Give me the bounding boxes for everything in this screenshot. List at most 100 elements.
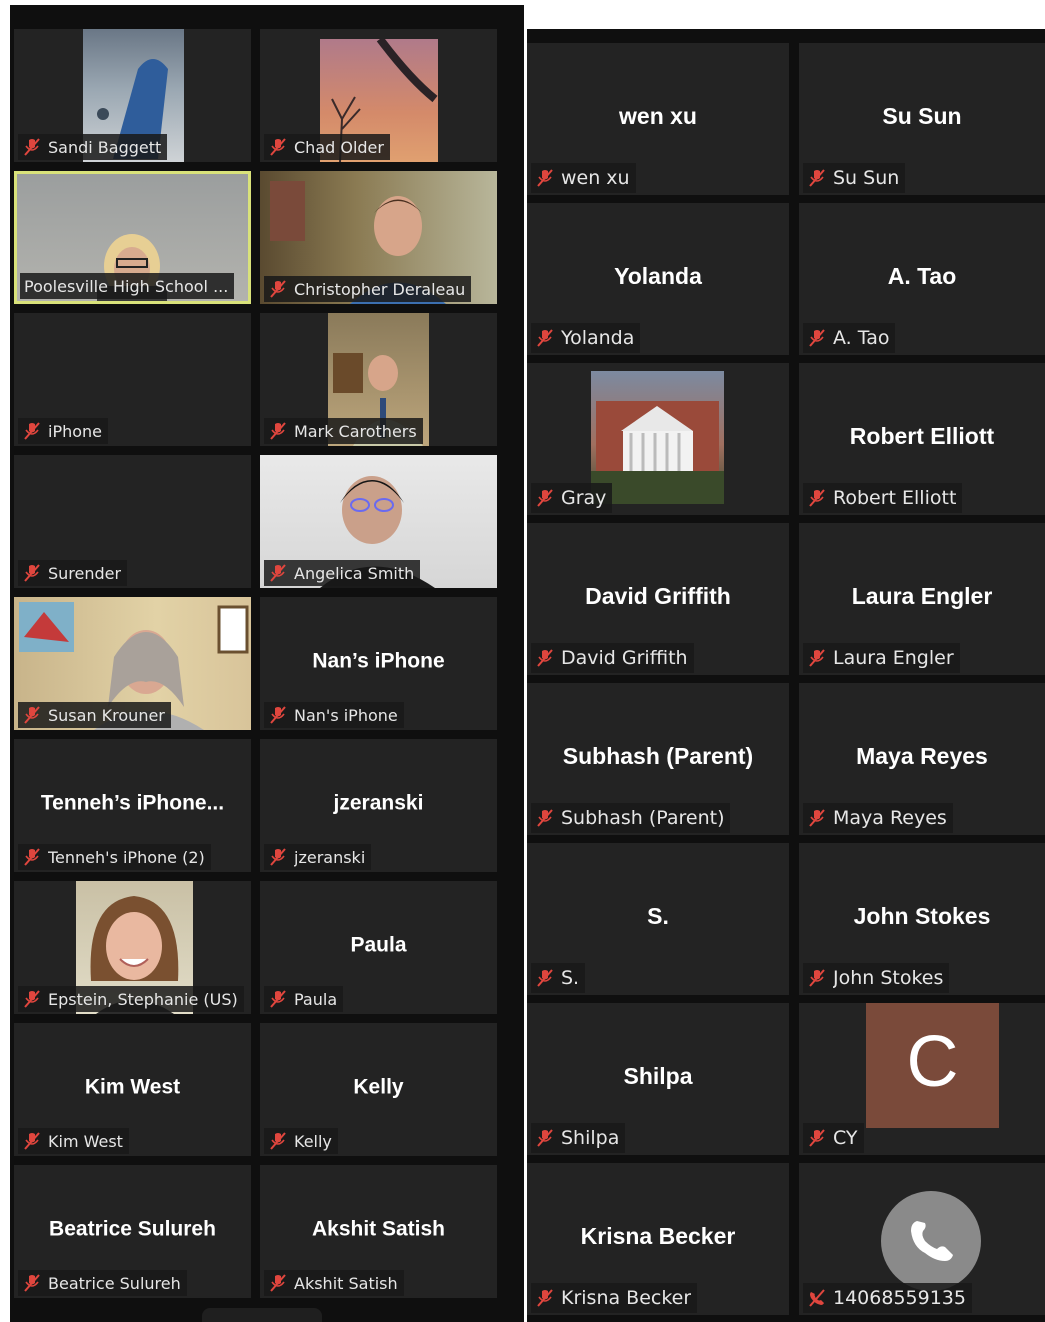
name-label: Gray — [531, 483, 613, 513]
left-gallery-panel: Sandi Baggett Chad Older Poolesville Hig… — [10, 5, 524, 1322]
participant-tile-a-tao[interactable]: A. Tao A. Tao — [799, 203, 1045, 355]
participant-tile-chad-older[interactable]: Chad Older — [260, 29, 497, 162]
muted-mic-icon — [268, 1273, 288, 1293]
participant-tile-iphone[interactable]: iPhone — [14, 313, 251, 446]
participant-display-name: Akshit Satish — [311, 1217, 446, 1241]
participant-display-name: Shilpa — [623, 1062, 693, 1089]
muted-mic-icon — [22, 989, 42, 1009]
participant-display-name: Yolanda — [614, 262, 702, 289]
muted-mic-icon — [22, 1131, 42, 1151]
muted-mic-icon — [268, 279, 288, 299]
participant-tile-tennehs-iphone[interactable]: Tenneh’s iPhone... Tenneh's iPhone (2) — [14, 739, 251, 872]
name-label: Subhash (Parent) — [531, 803, 731, 833]
participant-tile-epstein-stephanie[interactable]: Epstein, Stephanie (US) — [14, 881, 251, 1014]
name-label: Epstein, Stephanie (US) — [18, 986, 244, 1012]
participant-tile-yolanda[interactable]: Yolanda Yolanda — [527, 203, 789, 355]
participant-tile-cy[interactable]: C CY — [799, 1003, 1045, 1155]
participant-tile-shilpa[interactable]: Shilpa Shilpa — [527, 1003, 789, 1155]
participant-tile-nans-iphone[interactable]: Nan’s iPhone Nan's iPhone — [260, 597, 497, 730]
participant-display-name: Nan’s iPhone — [312, 649, 445, 673]
muted-mic-icon — [535, 328, 555, 348]
name-label: Shilpa — [531, 1123, 626, 1153]
participant-tile-wen-xu[interactable]: wen xu wen xu — [527, 43, 789, 195]
participant-tile-paula[interactable]: Paula Paula — [260, 881, 497, 1014]
participant-display-name: Kim West — [84, 1075, 181, 1099]
participant-tile-subhash-parent[interactable]: Subhash (Parent) Subhash (Parent) — [527, 683, 789, 835]
name-label: Krisna Becker — [531, 1283, 698, 1313]
muted-mic-icon — [807, 488, 827, 508]
muted-mic-icon — [807, 1128, 827, 1148]
name-label: 14068559135 — [803, 1283, 972, 1313]
avatar: C — [866, 1003, 999, 1128]
name-label: David Griffith — [531, 643, 694, 673]
muted-mic-icon — [535, 1128, 555, 1148]
name-label: Laura Engler — [803, 643, 960, 673]
name-label: CY — [803, 1123, 864, 1153]
participant-display-name: Laura Engler — [851, 582, 993, 609]
participant-display-name: wen xu — [619, 102, 697, 129]
participant-tile-beatrice-sulureh[interactable]: Beatrice Sulureh Beatrice Sulureh — [14, 1165, 251, 1298]
participant-tile-phone-caller[interactable]: 14068559135 — [799, 1163, 1045, 1315]
participant-display-name: Kelly — [353, 1075, 404, 1099]
participant-display-name: David Griffith — [585, 582, 731, 609]
muted-mic-icon — [268, 1131, 288, 1151]
participant-tile-angelica-smith[interactable]: Angelica Smith — [260, 455, 497, 588]
participant-tile-s[interactable]: S. S. — [527, 843, 789, 995]
muted-mic-icon — [268, 847, 288, 867]
name-label: John Stokes — [803, 963, 950, 993]
participant-tile-krisna-becker[interactable]: Krisna Becker Krisna Becker — [527, 1163, 789, 1315]
participant-tile-robert-elliott[interactable]: Robert Elliott Robert Elliott — [799, 363, 1045, 515]
participant-tile-susan-krouner[interactable]: Susan Krouner — [14, 597, 251, 730]
participant-display-name: Su Sun — [882, 102, 962, 129]
muted-mic-icon — [535, 648, 555, 668]
participant-display-name: Krisna Becker — [580, 1222, 736, 1249]
muted-mic-icon — [22, 847, 42, 867]
name-label: Christopher Deraleau — [264, 276, 472, 302]
phone-icon — [881, 1191, 981, 1291]
name-label: Kelly — [264, 1128, 338, 1154]
muted-mic-icon — [268, 137, 288, 157]
participant-tile-mark-carothers[interactable]: Mark Carothers — [260, 313, 497, 446]
name-label: Yolanda — [531, 323, 641, 353]
participant-tile-su-sun[interactable]: Su Sun Su Sun — [799, 43, 1045, 195]
participant-tile-john-stokes[interactable]: John Stokes John Stokes — [799, 843, 1045, 995]
name-label: Mark Carothers — [264, 418, 423, 444]
name-label: Akshit Satish — [264, 1270, 404, 1296]
name-label: Beatrice Sulureh — [18, 1270, 187, 1296]
participant-tile-kim-west[interactable]: Kim West Kim West — [14, 1023, 251, 1156]
name-label: wen xu — [531, 163, 636, 193]
name-label: jzeranski — [264, 844, 372, 870]
participant-tile-maya-reyes[interactable]: Maya Reyes Maya Reyes — [799, 683, 1045, 835]
participant-tile-akshit-satish[interactable]: Akshit Satish Akshit Satish — [260, 1165, 497, 1298]
participant-display-name: jzeranski — [333, 791, 424, 815]
name-label: Sandi Baggett — [18, 134, 168, 160]
participant-display-name: S. — [647, 902, 669, 929]
gallery-page-handle[interactable] — [202, 1308, 322, 1322]
name-label: Poolesville High School ... — [20, 273, 235, 299]
participant-tile-surender[interactable]: Surender — [14, 455, 251, 588]
participant-tile-jzeranski[interactable]: jzeranski jzeranski — [260, 739, 497, 872]
name-label: Maya Reyes — [803, 803, 953, 833]
participant-tile-poolesville-high-school[interactable]: Poolesville High School ... — [14, 171, 251, 304]
participant-tile-david-griffith[interactable]: David Griffith David Griffith — [527, 523, 789, 675]
name-label: Robert Elliott — [803, 483, 963, 513]
muted-mic-icon — [535, 488, 555, 508]
muted-phone-icon — [807, 1288, 827, 1308]
name-label: Chad Older — [264, 134, 390, 160]
muted-mic-icon — [807, 168, 827, 188]
participant-tile-sandi-baggett[interactable]: Sandi Baggett — [14, 29, 251, 162]
participant-display-name: Beatrice Sulureh — [49, 1217, 216, 1241]
name-label: Kim West — [18, 1128, 129, 1154]
name-label: Nan's iPhone — [264, 702, 404, 728]
participant-display-name: Paula — [350, 933, 407, 957]
participant-tile-kelly[interactable]: Kelly Kelly — [260, 1023, 497, 1156]
name-label: Su Sun — [803, 163, 906, 193]
participant-tile-christopher-deraleau[interactable]: Christopher Deraleau — [260, 171, 497, 304]
right-gallery-grid: wen xu wen xu Su Sun Su Sun Yolanda Yola… — [527, 43, 1045, 1315]
muted-mic-icon — [268, 705, 288, 725]
muted-mic-icon — [22, 137, 42, 157]
participant-tile-gray[interactable]: Gray — [527, 363, 789, 515]
participant-tile-laura-engler[interactable]: Laura Engler Laura Engler — [799, 523, 1045, 675]
muted-mic-icon — [22, 1273, 42, 1293]
muted-mic-icon — [807, 968, 827, 988]
